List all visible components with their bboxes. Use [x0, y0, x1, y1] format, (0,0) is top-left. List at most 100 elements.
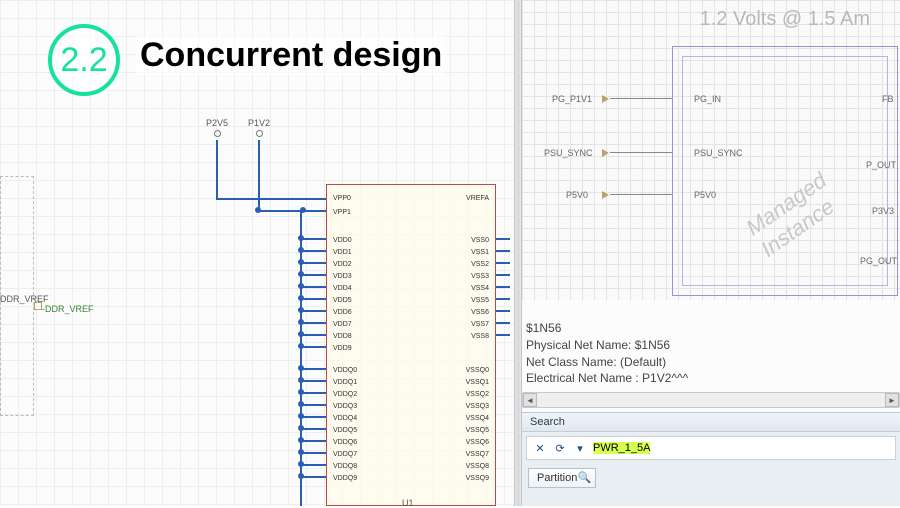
value: P1V2^^^	[642, 371, 688, 385]
vertical-splitter[interactable]	[514, 0, 522, 506]
power-ring-icon	[214, 130, 221, 137]
pin: VSS2	[471, 261, 489, 268]
value: (Default)	[620, 355, 666, 369]
block-pin: P5V0	[694, 190, 716, 200]
port-icon	[602, 191, 609, 199]
net-info-tooltip: $1N56 Physical Net Name: $1N56 Net Class…	[526, 320, 896, 387]
label: Net Class Name:	[526, 355, 617, 369]
pin: VDD4	[333, 285, 352, 292]
net-class: Net Class Name: (Default)	[526, 354, 896, 371]
pin: VDD5	[333, 297, 352, 304]
right-schematic-canvas[interactable]: 1.2 Volts @ 1.5 Am Managed Instance PG_P…	[522, 0, 900, 300]
pin: VSS7	[471, 321, 489, 328]
block-pin: PG_OUT	[860, 256, 897, 266]
power-label-text: P2V5	[206, 118, 228, 128]
pin: VDDQ3	[333, 403, 357, 410]
pin: VDD9	[333, 345, 352, 352]
port-label: P5V0	[566, 190, 588, 200]
pin: VSS4	[471, 285, 489, 292]
port-label: PG_P1V1	[552, 94, 592, 104]
power-ring-icon	[256, 130, 263, 137]
value: $1N56	[635, 338, 670, 352]
pin: VDD3	[333, 273, 352, 280]
ic-component[interactable]: VPP0 VPP1 VREFA VDD0 VDD1 VDD2 VDD3 VDD4…	[326, 184, 496, 506]
block-pin: FB	[882, 94, 894, 104]
pin: VDD8	[333, 333, 352, 340]
pin: VSS8	[471, 333, 489, 340]
power-label-text: P1V2	[248, 118, 270, 128]
wire	[258, 210, 326, 212]
pin: VDD2	[333, 261, 352, 268]
wire	[610, 194, 672, 195]
port-arrow	[34, 302, 42, 310]
pin: VDD7	[333, 321, 352, 328]
net-id: $1N56	[526, 320, 896, 337]
wire	[610, 152, 672, 153]
pin: VDDQ1	[333, 379, 357, 386]
wire	[216, 198, 326, 200]
pin: VDDQ0	[333, 367, 357, 374]
pin: VSSQ1	[466, 379, 489, 386]
clear-search-icon[interactable]: ✕	[533, 441, 547, 455]
label: Electrical Net Name :	[526, 371, 639, 385]
pin: VDD1	[333, 249, 352, 256]
search-icon: 🔍	[578, 471, 592, 484]
net-label-text: -DDR_VREF	[42, 304, 94, 314]
pin: VSSQ4	[466, 415, 489, 422]
right-pane: 1.2 Volts @ 1.5 Am Managed Instance PG_P…	[522, 0, 900, 506]
pin: VSSQ8	[466, 463, 489, 470]
block-pin: PG_IN	[694, 94, 721, 104]
scroll-left-icon[interactable]: ◄	[523, 393, 537, 407]
pin: VDDQ4	[333, 415, 357, 422]
scroll-right-icon[interactable]: ►	[885, 393, 899, 407]
pin: VSSQ5	[466, 427, 489, 434]
horizontal-scrollbar[interactable]: ◄ ►	[522, 392, 900, 408]
pin: VSSQ2	[466, 391, 489, 398]
pin: VSSQ7	[466, 451, 489, 458]
wire	[258, 140, 260, 212]
wire	[216, 140, 218, 200]
search-dropdown-icon[interactable]: ▾	[573, 441, 587, 455]
wire	[610, 98, 672, 99]
port-label: PSU_SYNC	[544, 148, 593, 158]
pin: VDD6	[333, 309, 352, 316]
refdes-label: U1	[402, 498, 414, 508]
port-icon	[602, 149, 609, 157]
refresh-search-icon[interactable]: ⟳	[553, 441, 567, 455]
block-pin: P_OUT	[866, 160, 896, 170]
pin: VDDQ9	[333, 475, 357, 482]
search-value: PWR_1_5A	[593, 442, 650, 454]
pin-vpp0: VPP0	[333, 195, 351, 202]
pin: VSSQ9	[466, 475, 489, 482]
pin: VSS5	[471, 297, 489, 304]
power-label-p1v2: P1V2	[244, 118, 274, 137]
pin-vrefa: VREFA	[466, 195, 489, 202]
pin: VSSQ0	[466, 367, 489, 374]
search-panel-header[interactable]: Search	[522, 413, 900, 432]
section-heading: Concurrent design	[136, 36, 446, 75]
pin-vpp1: VPP1	[333, 209, 351, 216]
pin: VSSQ3	[466, 403, 489, 410]
pin: VDDQ2	[333, 391, 357, 398]
badge-number: 2.2	[60, 41, 107, 80]
junction-dot	[255, 207, 261, 213]
block-pin: PSU_SYNC	[694, 148, 743, 158]
sheet-title: 1.2 Volts @ 1.5 Am	[700, 8, 870, 31]
pin: VDD0	[333, 237, 352, 244]
net-label-ddr-vref2: -DDR_VREF	[42, 304, 94, 314]
pin: VSS6	[471, 309, 489, 316]
pin: VDDQ8	[333, 463, 357, 470]
pin: VDDQ5	[333, 427, 357, 434]
label: Physical Net Name:	[526, 338, 631, 352]
pin: VDDQ7	[333, 451, 357, 458]
partition-button[interactable]: Partition 🔍	[528, 468, 596, 488]
wire	[300, 210, 302, 234]
search-result[interactable]: PWR_1_5A	[593, 442, 889, 454]
pin: VSS0	[471, 237, 489, 244]
net-elec: Electrical Net Name : P1V2^^^	[526, 370, 896, 387]
partition-label: Partition	[537, 472, 577, 484]
pin: VSS1	[471, 249, 489, 256]
power-label-p2v5: P2V5	[202, 118, 232, 137]
pin: VDDQ6	[333, 439, 357, 446]
section-badge: 2.2	[48, 24, 120, 96]
